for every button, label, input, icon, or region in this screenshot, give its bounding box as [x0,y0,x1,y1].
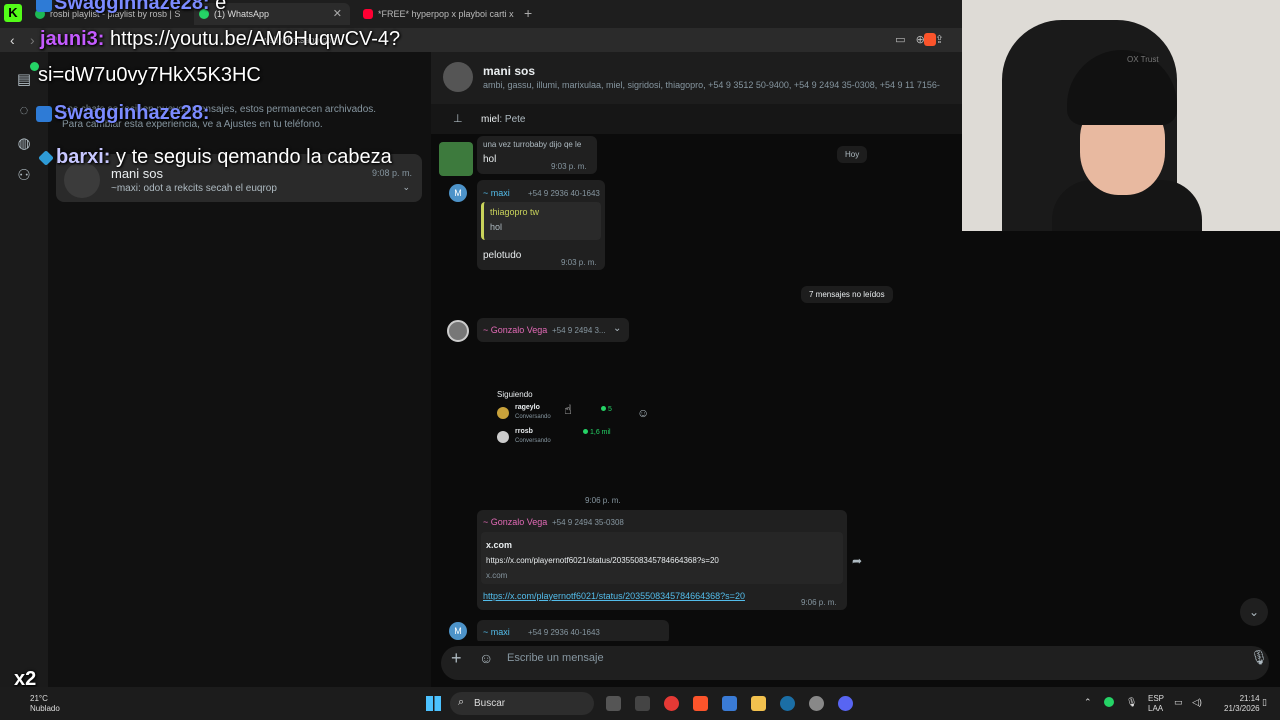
task-view-icon[interactable] [606,696,621,711]
start-button[interactable] [426,696,441,711]
group-avatar[interactable] [443,62,473,92]
link-preview[interactable]: x.com https://x.com/playernotf6021/statu… [481,532,843,584]
app-icon[interactable] [635,696,650,711]
message-bubble[interactable]: ~ maxi +54 9 2936 40-1643 thiagopro tw h… [477,180,605,270]
unread-chip: 7 mensajes no leídos [801,286,893,303]
weather-widget[interactable]: 21°C Nublado [30,694,60,714]
badge-icon [38,149,54,166]
steam-icon[interactable] [780,696,795,711]
group-name: mani sos [483,64,536,78]
chat-preview: ~maxi: odot a rekcits secah el euqrop [111,183,277,194]
message-bubble[interactable]: ~ maxi +54 9 2936 40-1643 [477,620,669,641]
stream-chat-line: si=dW7u0vy7HkX5K3HC [38,64,261,86]
pinned-text: miel: Pete [481,114,526,125]
obs-icon[interactable] [809,696,824,711]
emoji-react-icon[interactable]: ☺ [637,406,649,420]
chat-time: 9:08 p. m. [371,168,412,178]
sender-avatar[interactable]: M [449,184,467,202]
sticker-image [439,142,473,176]
group-members: ambi, gassu, illumi, marixulaa, miel, si… [483,80,940,90]
mic-icon[interactable]: 🎙 [1250,649,1268,666]
message-bubble[interactable]: ~ Gonzalo Vega +54 9 2494 35-0308 x.com … [477,510,847,610]
sender-avatar[interactable]: M [449,622,467,640]
chrome-icon[interactable] [664,696,679,711]
windows-taskbar: 21°C Nublado ⌕ Buscar ⌃ 🎙 ESP LAA ▭ ◁) 2… [0,687,1280,720]
store-icon[interactable] [722,696,737,711]
badge-icon [36,0,52,12]
clock[interactable]: 21:14 21/3/2026 [1224,694,1260,714]
pin-icon: ⊥ [453,113,463,125]
forward-button[interactable]: › [30,32,35,48]
kick-app-icon[interactable]: K [4,4,22,22]
brave-shield-icon[interactable] [924,33,936,46]
chats-icon[interactable]: ▤ [14,70,34,88]
avatar [497,431,509,443]
message-link[interactable]: https://x.com/playernotf6021/status/2035… [483,591,745,601]
chevron-down-icon[interactable]: ⌄ [402,182,410,193]
beanie-logo: OX Trust [1127,55,1159,64]
mic-tray-icon[interactable]: 🎙 [1126,697,1137,708]
channels-icon[interactable]: ◍ [14,134,34,152]
date-chip: Hoy [837,146,868,163]
message-bubble[interactable]: una vez turrobaby dijo qe le hol 9:03 p.… [477,136,597,174]
chevron-down-icon[interactable]: ⌄ [613,323,621,334]
forward-icon[interactable]: ➦ [852,554,862,568]
search-icon: ⌕ [458,696,465,708]
sender-avatar[interactable] [447,320,469,342]
tray-app-icon[interactable] [1104,697,1114,707]
language-indicator[interactable]: ESP LAA [1148,694,1164,714]
brave-icon[interactable] [693,696,708,711]
emoji-icon[interactable]: ☺ [479,650,493,666]
status-icon[interactable]: ◌ [14,102,34,120]
quoted-message[interactable]: thiagopro tw hol [481,202,601,240]
pinned-message-bar[interactable]: ⊥ miel: Pete [431,104,962,134]
taskbar-search[interactable]: ⌕ Buscar [450,692,594,715]
stream-chat-line: Swagginhaze28: e [36,0,226,15]
chat-header[interactable]: mani sos ambi, gassu, illumi, marixulaa,… [431,52,962,104]
stream-chat-line: Swagginhaze28: [36,102,210,125]
composer: + ☺ Escribe un mensaje 🎙 [431,641,1280,687]
notification-icon[interactable]: ▯ [1262,697,1267,708]
file-explorer-icon[interactable] [751,696,766,711]
scroll-down-button[interactable]: ⌄ [1240,598,1268,626]
message-time: 9:06 p. m. [585,496,621,505]
attach-icon[interactable]: + [451,648,462,669]
screenshot-card[interactable]: Siguiendo rageylo Conversando 5 rrosb Co… [493,386,623,456]
sender-bar[interactable]: ~ Gonzalo Vega +54 9 2494 3... ⌄ [477,318,629,342]
tab-youtube[interactable]: *FREE* hyperpop x playboi carti x yeat [358,3,514,25]
network-icon[interactable]: ▭ [1174,697,1183,708]
communities-icon[interactable]: ⚇ [14,166,34,184]
badge-icon [36,105,52,122]
youtube-icon [363,9,373,19]
new-tab-button[interactable]: + [524,5,532,21]
mouse-cursor: ☝ [564,402,572,417]
message-input[interactable]: Escribe un mensaje [507,652,604,664]
discord-icon[interactable] [838,696,853,711]
back-button[interactable]: ‹ [10,32,15,48]
volume-icon[interactable]: ◁) [1192,697,1202,708]
stream-chat-line: jauni3: https://youtu.be/AM6HuqwCV-4? [40,28,401,50]
close-tab-icon[interactable]: ✕ [333,7,342,20]
webcam-feed: OX Trust [962,0,1280,231]
avatar [497,407,509,419]
tray-arrow-icon[interactable]: ⌃ [1084,697,1092,708]
stream-chat-line: barxi: y te seguis qemando la cabeza [38,146,392,169]
